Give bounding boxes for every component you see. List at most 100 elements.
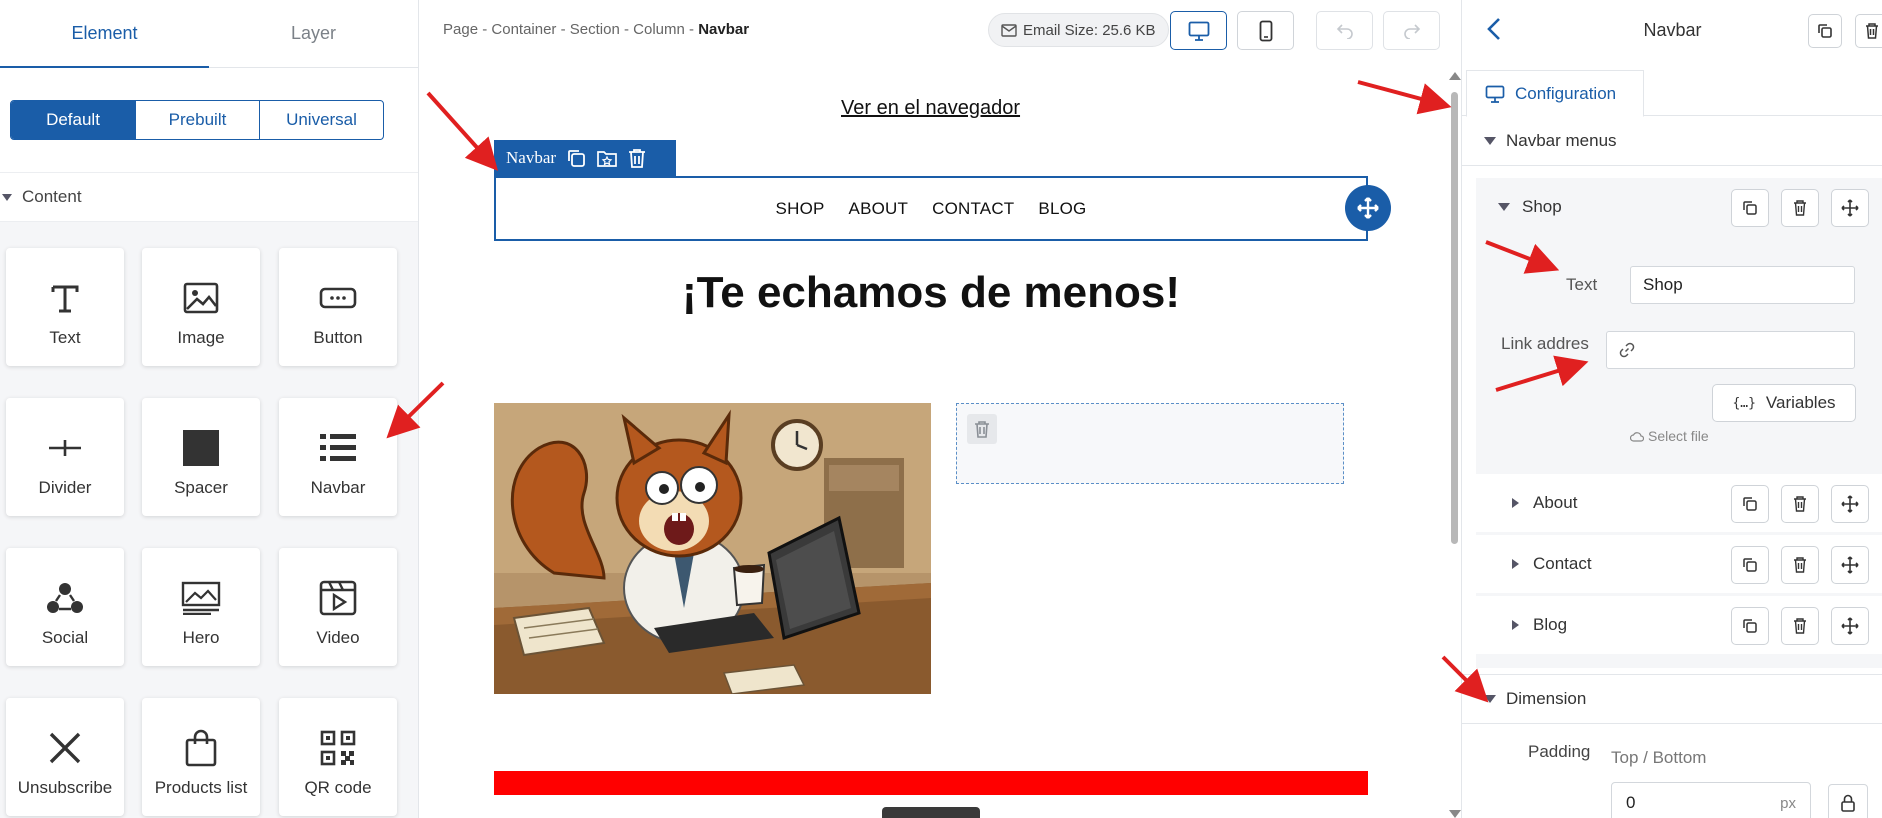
nav-link-blog[interactable]: BLOG — [1038, 199, 1086, 219]
drag-menu-button[interactable] — [1831, 189, 1869, 227]
menu-item-about[interactable]: About — [1476, 474, 1882, 532]
move-icon — [1841, 199, 1859, 217]
tile-label: Spacer — [174, 478, 228, 497]
nav-link-contact[interactable]: CONTACT — [932, 199, 1014, 219]
phone-icon — [1259, 20, 1272, 41]
menu-item-shop[interactable]: Shop — [1476, 178, 1882, 236]
delete-block-button[interactable] — [1855, 14, 1882, 48]
segment-default[interactable]: Default — [11, 101, 135, 139]
duplicate-menu-button[interactable] — [1731, 607, 1769, 645]
tile-label: QR code — [304, 778, 372, 797]
scroll-down-arrow-icon[interactable] — [1449, 810, 1461, 818]
element-tile-image[interactable]: Image — [142, 248, 260, 366]
breadcrumb-column[interactable]: Column — [633, 21, 685, 38]
segment-prebuilt[interactable]: Prebuilt — [135, 101, 259, 139]
link-address-input[interactable] — [1606, 331, 1855, 369]
padding-top-bottom-input[interactable]: 0 px — [1611, 782, 1811, 818]
divider-icon — [47, 424, 83, 472]
lock-icon — [1841, 794, 1855, 812]
element-tile-products-list[interactable]: Products list — [142, 698, 260, 816]
menu-text-input[interactable]: Shop — [1630, 266, 1855, 304]
duplicate-icon — [1743, 619, 1757, 633]
squirrel-illustration[interactable] — [494, 403, 931, 694]
tile-label: Navbar — [310, 478, 366, 497]
hero-icon — [181, 574, 221, 622]
empty-column-placeholder[interactable] — [956, 403, 1344, 484]
element-tile-qr-code[interactable]: QR code — [279, 698, 397, 816]
duplicate-menu-button[interactable] — [1731, 189, 1769, 227]
monitor-icon — [1485, 85, 1505, 103]
dimension-section-header[interactable]: Dimension — [1462, 674, 1882, 724]
move-handle[interactable] — [1345, 185, 1391, 231]
red-banner-block[interactable] — [494, 771, 1368, 795]
undo-button[interactable] — [1316, 11, 1373, 50]
breadcrumb-page[interactable]: Page — [443, 21, 478, 38]
element-tile-video[interactable]: Video — [279, 548, 397, 666]
trash-icon — [1794, 618, 1806, 634]
padding-lock-button[interactable] — [1828, 784, 1868, 818]
content-section-header[interactable]: Content — [0, 172, 418, 222]
shopping-bag-icon — [184, 724, 218, 772]
menu-item-blog[interactable]: Blog — [1476, 596, 1882, 654]
redo-button[interactable] — [1383, 11, 1440, 50]
element-tile-navbar[interactable]: Navbar — [279, 398, 397, 516]
element-tile-hero[interactable]: Hero — [142, 548, 260, 666]
menu-item-contact[interactable]: Contact — [1476, 535, 1882, 593]
email-headline[interactable]: ¡Te echamos de menos! — [420, 268, 1442, 318]
delete-menu-button[interactable] — [1781, 546, 1819, 584]
editor-canvas-area: Page - Container - Section - Column - Na… — [420, 0, 1461, 818]
canvas-scroll-thumb[interactable] — [1451, 92, 1458, 544]
delete-icon[interactable] — [628, 148, 646, 168]
delete-menu-button[interactable] — [1781, 485, 1819, 523]
breadcrumb-section[interactable]: Section — [570, 21, 620, 38]
element-tile-spacer[interactable]: Spacer — [142, 398, 260, 516]
drag-menu-button[interactable] — [1831, 607, 1869, 645]
delete-menu-button[interactable] — [1781, 189, 1819, 227]
navbar-menus-section-header[interactable]: Navbar menus — [1462, 116, 1882, 166]
social-icon — [46, 574, 84, 622]
nav-link-about[interactable]: ABOUT — [849, 199, 909, 219]
variables-button[interactable]: {…} Variables — [1712, 384, 1856, 422]
menu-item-label: About — [1533, 493, 1578, 512]
select-file-link[interactable]: Select file — [1630, 428, 1709, 444]
tile-label: Image — [177, 328, 225, 347]
tab-configuration[interactable]: Configuration — [1466, 70, 1644, 117]
trash-icon[interactable] — [967, 414, 997, 444]
dark-block-handle[interactable] — [882, 807, 980, 818]
duplicate-icon[interactable] — [566, 148, 586, 168]
navbar-icon — [319, 424, 357, 472]
delete-menu-button[interactable] — [1781, 607, 1819, 645]
nav-link-shop[interactable]: SHOP — [776, 199, 825, 219]
duplicate-block-button[interactable] — [1808, 14, 1842, 48]
drag-menu-button[interactable] — [1831, 546, 1869, 584]
save-block-icon[interactable] — [596, 148, 618, 168]
mail-icon — [1001, 23, 1017, 37]
move-icon — [1841, 556, 1859, 574]
properties-tabs: Configuration — [1462, 70, 1882, 117]
link-address-label: Link addres — [1501, 334, 1589, 353]
duplicate-menu-button[interactable] — [1731, 485, 1769, 523]
variables-label: Variables — [1765, 393, 1836, 412]
scroll-up-arrow-icon[interactable] — [1449, 72, 1461, 80]
element-tile-text[interactable]: Text — [6, 248, 124, 366]
desktop-view-button[interactable] — [1170, 11, 1227, 50]
element-tile-divider[interactable]: Divider — [6, 398, 124, 516]
tab-layer[interactable]: Layer — [209, 0, 418, 67]
mobile-view-button[interactable] — [1237, 11, 1294, 50]
duplicate-icon — [1743, 201, 1757, 215]
variables-icon: {…} — [1732, 395, 1756, 411]
caret-down-icon — [2, 193, 12, 201]
duplicate-icon — [1818, 24, 1832, 38]
image-icon — [183, 274, 219, 322]
link-icon — [1619, 342, 1635, 358]
breadcrumb-container[interactable]: Container — [491, 21, 556, 38]
element-tile-social[interactable]: Social — [6, 548, 124, 666]
view-in-browser-link[interactable]: Ver en el navegador — [841, 97, 1020, 120]
element-tile-unsubscribe[interactable]: Unsubscribe — [6, 698, 124, 816]
tab-element[interactable]: Element — [0, 0, 209, 68]
duplicate-menu-button[interactable] — [1731, 546, 1769, 584]
element-tile-button[interactable]: Button — [279, 248, 397, 366]
navbar-block[interactable]: SHOP ABOUT CONTACT BLOG — [494, 176, 1368, 241]
segment-universal[interactable]: Universal — [259, 101, 383, 139]
drag-menu-button[interactable] — [1831, 485, 1869, 523]
